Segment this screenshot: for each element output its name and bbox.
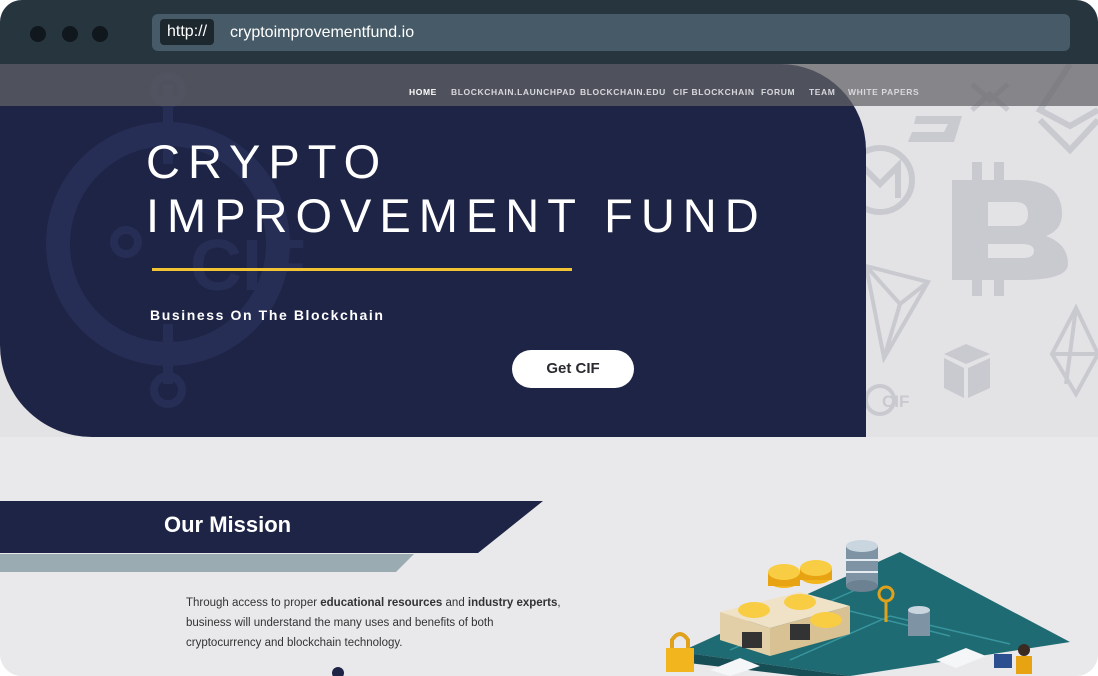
window-minimize-dot[interactable] bbox=[62, 26, 78, 42]
carousel-dot[interactable] bbox=[332, 667, 344, 676]
padlock-icon bbox=[666, 632, 694, 672]
tron-icon bbox=[863, 263, 932, 364]
hero-title-line1: CRYPTO bbox=[146, 135, 389, 188]
nav-white-papers[interactable]: WHITE PAPERS bbox=[848, 64, 919, 120]
eos-icon bbox=[1049, 303, 1098, 399]
window-close-dot[interactable] bbox=[30, 26, 46, 42]
mission-text-bold1: educational resources bbox=[320, 597, 443, 609]
address-bar[interactable]: http:// cryptoimprovementfund.io bbox=[152, 14, 1070, 51]
protocol-badge: http:// bbox=[160, 19, 215, 45]
nav-forum[interactable]: FORUM bbox=[761, 64, 795, 120]
nav-team[interactable]: TEAM bbox=[809, 64, 835, 120]
mission-text-bold2: industry experts bbox=[467, 597, 558, 609]
mission-text-part1: Through access to proper bbox=[186, 597, 321, 609]
blockchain-illustration bbox=[666, 540, 1070, 676]
browser-toolbar: http:// cryptoimprovementfund.io bbox=[0, 0, 1098, 64]
get-cif-button[interactable]: Get CIF bbox=[512, 350, 634, 388]
cif-small-logo-text: CIF bbox=[882, 392, 909, 411]
address-url[interactable]: cryptoimprovementfund.io bbox=[230, 14, 414, 51]
hero-tagline: Business On The Blockchain bbox=[150, 307, 385, 323]
bitcoin-icon bbox=[952, 162, 1068, 296]
mission-heading: Our Mission bbox=[164, 512, 292, 537]
mission-paragraph: Through access to proper educational res… bbox=[186, 593, 566, 653]
cif-small-logo: CIF bbox=[864, 384, 909, 416]
window-maximize-dot[interactable] bbox=[92, 26, 108, 42]
nav-blockchain-edu[interactable]: BLOCKCHAIN.EDU bbox=[580, 64, 666, 120]
nav-blockchain-launchpad[interactable]: BLOCKCHAIN.LAUNCHPAD bbox=[451, 64, 576, 120]
nav-home[interactable]: HOME bbox=[409, 64, 437, 120]
hero-title-line2: IMPROVEMENT FUND bbox=[146, 189, 767, 242]
mission-text-part2: and bbox=[442, 597, 468, 609]
hero-title-underline bbox=[152, 268, 572, 271]
browser-window: http:// cryptoimprovementfund.io CIF CIF… bbox=[0, 0, 1098, 676]
top-navigation: HOME BLOCKCHAIN.LAUNCHPAD BLOCKCHAIN.EDU… bbox=[0, 64, 1098, 106]
cube-icon bbox=[944, 344, 990, 398]
nav-cif-blockchain[interactable]: CIF BLOCKCHAIN bbox=[673, 64, 755, 120]
